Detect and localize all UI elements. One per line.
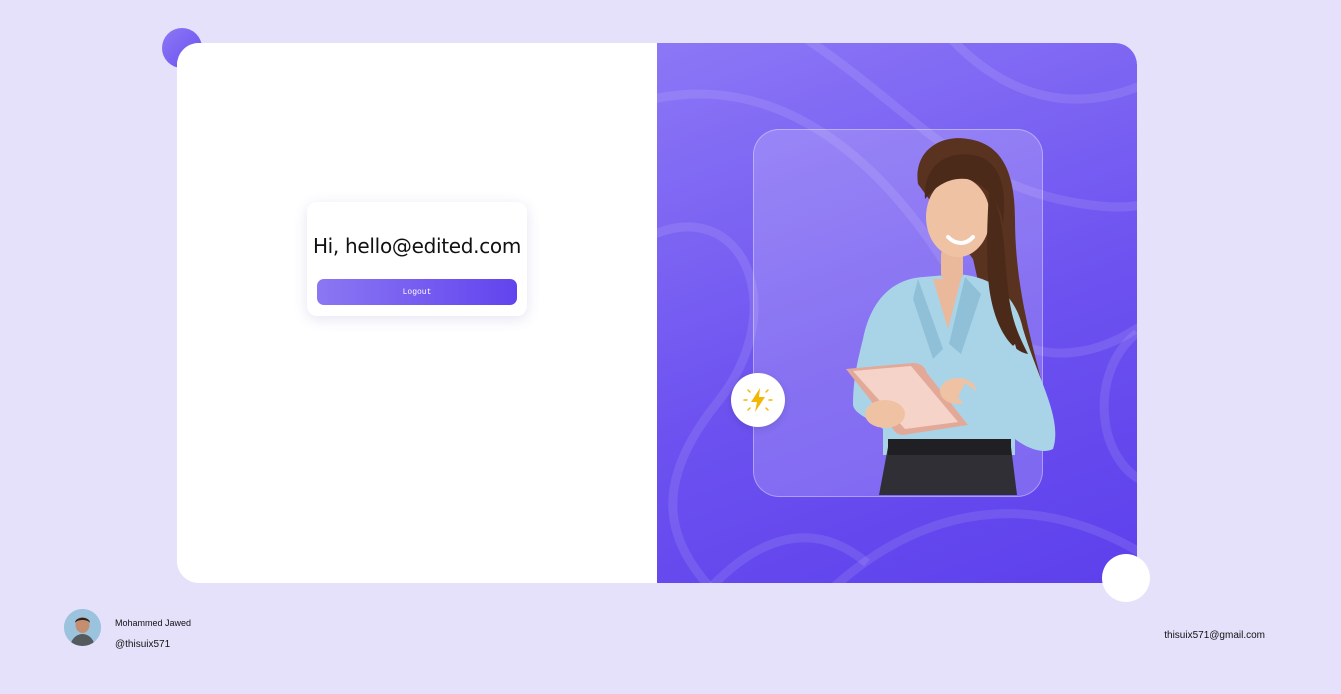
author-email: thisuix571@gmail.com xyxy=(1164,630,1265,641)
avatar-image xyxy=(64,609,101,646)
lightning-bolt-icon xyxy=(743,388,773,412)
author-avatar xyxy=(64,609,101,646)
decorative-circle-white xyxy=(1102,554,1150,602)
logout-button[interactable]: Logout xyxy=(317,279,517,305)
bolt-badge xyxy=(731,373,785,427)
welcome-greeting: Hi, hello@edited.com xyxy=(312,234,522,258)
author-name: Mohammed Jawed xyxy=(115,618,192,628)
author-handle: @thisuix571 xyxy=(115,639,171,650)
hero-panel xyxy=(657,43,1137,583)
welcome-box: Hi, hello@edited.com Logout xyxy=(307,202,527,316)
main-card: Hi, hello@edited.com Logout xyxy=(177,43,1137,583)
left-panel: Hi, hello@edited.com Logout xyxy=(177,43,657,583)
woman-with-tablet-image xyxy=(846,138,1056,495)
